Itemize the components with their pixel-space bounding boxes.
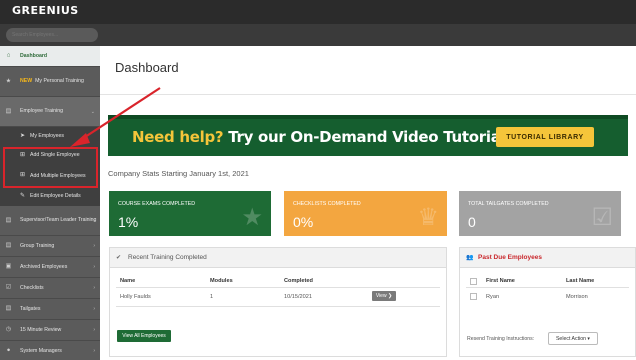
sidebar-item-group-training[interactable]: ▤ Group Training › — [0, 236, 100, 257]
document-icon: ▤ — [5, 242, 12, 249]
archive-icon: ▣ — [5, 263, 12, 270]
divider — [116, 306, 440, 307]
sidebar-item-my-personal-training[interactable]: ★ NEW My Personal Training — [0, 67, 100, 97]
stat-value: 0% — [293, 214, 314, 230]
clock-icon: ◷ — [5, 326, 12, 333]
sidebar-item-label: NEW My Personal Training — [20, 78, 84, 85]
sidebar-item-15-minute-review[interactable]: ◷ 15 Minute Review › — [0, 320, 100, 341]
promo-text: Need help? Try our On-Demand Video Tutor… — [132, 128, 514, 146]
top-bar: GREENIUS — [0, 0, 636, 24]
promo-banner[interactable]: Need help? Try our On-Demand Video Tutor… — [108, 115, 628, 156]
stat-label: CHECKLISTS COMPLETED — [293, 201, 361, 207]
trophy-icon: ♛ — [417, 204, 439, 231]
stat-card-checklists: CHECKLISTS COMPLETED 0% ♛ — [284, 191, 447, 236]
sidebar-item-label: Tailgates — [20, 305, 41, 312]
sidebar-item-label: Checklists — [20, 284, 44, 291]
chevron-right-icon: › — [93, 242, 95, 249]
star-icon: ★ — [5, 78, 12, 84]
app-logo[interactable]: GREENIUS — [12, 4, 79, 17]
document-icon: ▤ — [5, 108, 12, 114]
chevron-right-icon: › — [93, 347, 95, 354]
search-input[interactable] — [6, 28, 98, 42]
cell-name: Holly Faulds — [120, 294, 151, 300]
stat-label: COURSE EXAMS COMPLETED — [118, 201, 196, 207]
sidebar-item-system-managers[interactable]: ● System Managers › — [0, 341, 100, 360]
sidebar-item-tailgates[interactable]: ▤ Tailgates › — [0, 299, 100, 320]
chevron-right-icon: › — [93, 305, 95, 312]
sidebar-item-employee-training[interactable]: ▤ Employee Training ⌄ — [0, 97, 100, 127]
sidebar-subitem-my-employees[interactable]: ➤ My Employees — [0, 127, 100, 146]
new-badge: NEW — [20, 78, 33, 85]
tutorial-library-button[interactable]: TUTORIAL LIBRARY — [496, 127, 594, 147]
divider — [466, 287, 629, 288]
chevron-right-icon: › — [93, 326, 95, 333]
cell-first-name: Ryan — [486, 294, 500, 300]
stat-card-course-exams: COURSE EXAMS COMPLETED 1% ★ — [109, 191, 271, 236]
sidebar: ⌂ Dashboard ★ NEW My Personal Training ▤ … — [0, 46, 100, 360]
column-header-last-name: Last Name — [566, 278, 595, 284]
checklist-icon: ☑ — [5, 284, 12, 291]
sidebar-item-label: My Employees — [30, 133, 65, 140]
chevron-right-icon: ❯ — [387, 293, 393, 299]
stat-value: 1% — [118, 214, 139, 230]
column-header-first-name: First Name — [486, 278, 515, 284]
paper-plane-icon: ➤ — [20, 132, 26, 139]
main-content: Dashboard Need help? Try our On-Demand V… — [100, 46, 636, 360]
panel-header: ✔ Recent Training Completed — [110, 248, 446, 268]
sidebar-subitem-edit-employee-details[interactable]: ✎ Edit Employee Details — [0, 187, 100, 206]
check-icon: ✔ — [116, 255, 122, 261]
cell-last-name: Morrison — [566, 294, 588, 300]
sidebar-item-archived-employees[interactable]: ▣ Archived Employees › — [0, 257, 100, 278]
sidebar-item-label: Supervisor/Team Leader Training — [20, 217, 97, 224]
column-header-modules: Modules — [210, 278, 233, 284]
view-button[interactable]: View ❯ — [372, 291, 396, 301]
view-all-employees-button[interactable]: View All Employees — [117, 330, 171, 342]
divider — [116, 287, 440, 288]
home-icon: ⌂ — [6, 52, 11, 59]
resend-label: Resend Training Instructions: — [467, 336, 535, 342]
cell-completed: 10/15/2021 — [284, 294, 312, 300]
user-icon: ● — [6, 347, 11, 354]
sidebar-item-label: Edit Employee Details — [30, 193, 81, 200]
chevron-down-icon: ⌄ — [90, 108, 95, 115]
recent-training-panel: ✔ Recent Training Completed Name Modules… — [109, 247, 447, 357]
pencil-icon: ✎ — [20, 192, 26, 199]
chevron-right-icon: › — [93, 263, 95, 270]
row-checkbox[interactable] — [470, 293, 477, 300]
checkbox-icon: ☑ — [591, 204, 613, 231]
sidebar-item-label: Archived Employees — [20, 263, 68, 270]
sidebar-item-label: 15 Minute Review — [20, 326, 62, 333]
document-icon: ▤ — [5, 217, 12, 223]
sidebar-item-dashboard[interactable]: ⌂ Dashboard — [0, 46, 100, 67]
chevron-right-icon: › — [93, 284, 95, 291]
star-icon: ★ — [241, 204, 263, 231]
caret-down-icon: ▾ — [587, 335, 591, 342]
sidebar-item-supervisor-training[interactable]: ▤ Supervisor/Team Leader Training › — [0, 206, 100, 236]
cell-modules: 1 — [210, 294, 214, 300]
sidebar-item-label: Group Training — [20, 242, 55, 249]
stat-value: 0 — [468, 214, 476, 230]
past-due-panel: 👥 Past Due Employees First Name Last Nam… — [459, 247, 636, 357]
select-action-dropdown[interactable]: Select Action ▾ — [548, 332, 598, 345]
stat-label: TOTAL TAILGATES COMPLETED — [468, 201, 549, 207]
document-icon: ▤ — [5, 305, 12, 312]
panel-title: Past Due Employees — [478, 254, 542, 261]
sidebar-item-label: System Managers — [20, 347, 62, 354]
chevron-right-icon: › — [93, 217, 95, 224]
divider — [100, 94, 636, 95]
sidebar-item-checklists[interactable]: ☑ Checklists › — [0, 278, 100, 299]
stat-card-tailgates: TOTAL TAILGATES COMPLETED 0 ☑ — [459, 191, 621, 236]
page-title: Dashboard — [115, 60, 179, 75]
search-bar — [0, 24, 636, 46]
stats-label: Company Stats Starting January 1st, 2021 — [108, 169, 249, 178]
panel-header: 👥 Past Due Employees — [460, 248, 635, 268]
highlight-box — [3, 147, 98, 188]
sidebar-item-label: Dashboard — [20, 52, 48, 59]
sidebar-item-label: Employee Training — [20, 108, 63, 115]
select-all-checkbox[interactable] — [470, 278, 477, 285]
column-header-name: Name — [120, 278, 136, 284]
panel-title: Recent Training Completed — [128, 254, 207, 261]
users-icon: 👥 — [466, 255, 474, 261]
column-header-completed: Completed — [284, 278, 313, 284]
